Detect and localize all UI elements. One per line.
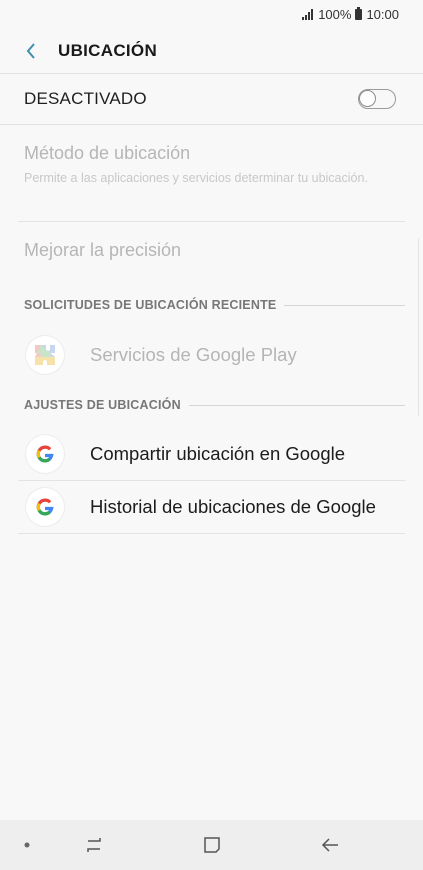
screen: 100% 10:00 UBICACIÓN DESACTIVADO Método …: [0, 0, 423, 870]
clock: 10:00: [366, 6, 399, 22]
location-method-subtitle: Permite a las aplicaciones y servicios d…: [24, 171, 368, 185]
chevron-left-icon: [26, 42, 35, 59]
arrow-left-icon: [321, 838, 338, 852]
scrollbar[interactable]: [418, 238, 423, 416]
location-settings-header-label: AJUSTES DE UBICACIÓN: [24, 398, 181, 412]
home-icon: [204, 837, 220, 853]
google-icon: [26, 435, 64, 473]
recent-apps-button[interactable]: [80, 832, 108, 858]
section-rule: [188, 404, 405, 406]
item-divider: [18, 533, 405, 534]
status-bar: 100% 10:00: [0, 0, 423, 28]
recent-apps-icon: [87, 838, 101, 852]
location-toggle-switch[interactable]: [358, 89, 396, 109]
signal-icon: [302, 8, 314, 20]
section-rule: [284, 304, 405, 306]
google-location-sharing-item[interactable]: Compartir ubicación en Google: [0, 428, 423, 480]
master-divider: [0, 124, 423, 125]
recent-request-label: Servicios de Google Play: [90, 344, 297, 365]
master-switch-label: DESACTIVADO: [24, 89, 147, 108]
back-button[interactable]: [20, 36, 42, 66]
improve-accuracy-item[interactable]: Mejorar la precisión: [24, 240, 403, 261]
toggle-knob: [359, 90, 376, 107]
battery-percent: 100%: [318, 6, 352, 22]
recent-requests-header: SOLICITUDES DE UBICACIÓN RECIENTE: [24, 296, 405, 314]
location-history-label: Historial de ubicaciones de Google: [90, 496, 376, 517]
item-divider: [18, 221, 405, 222]
location-method-title: Método de ubicación: [24, 143, 191, 163]
google-icon: [26, 488, 64, 526]
location-settings-header: AJUSTES DE UBICACIÓN: [24, 396, 405, 414]
home-button[interactable]: [198, 832, 226, 858]
location-method-item[interactable]: Método de ubicación Permite a las aplica…: [24, 143, 403, 187]
page-title: UBICACIÓN: [58, 40, 158, 60]
google-play-services-icon: [26, 336, 64, 374]
recent-request-google-play-services[interactable]: Servicios de Google Play: [0, 329, 423, 381]
location-sharing-label: Compartir ubicación en Google: [90, 443, 346, 464]
recent-requests-header-label: SOLICITUDES DE UBICACIÓN RECIENTE: [24, 298, 277, 312]
nav-back-button[interactable]: [316, 832, 344, 858]
dot-icon: [24, 842, 30, 848]
improve-accuracy-title: Mejorar la precisión: [24, 240, 182, 260]
location-master-switch-row[interactable]: DESACTIVADO: [0, 74, 423, 124]
battery-icon: [355, 6, 363, 20]
navigation-bar: [0, 820, 423, 870]
nav-dot-button[interactable]: [18, 832, 36, 858]
google-location-history-item[interactable]: Historial de ubicaciones de Google: [0, 481, 423, 533]
app-header: UBICACIÓN: [0, 28, 423, 73]
